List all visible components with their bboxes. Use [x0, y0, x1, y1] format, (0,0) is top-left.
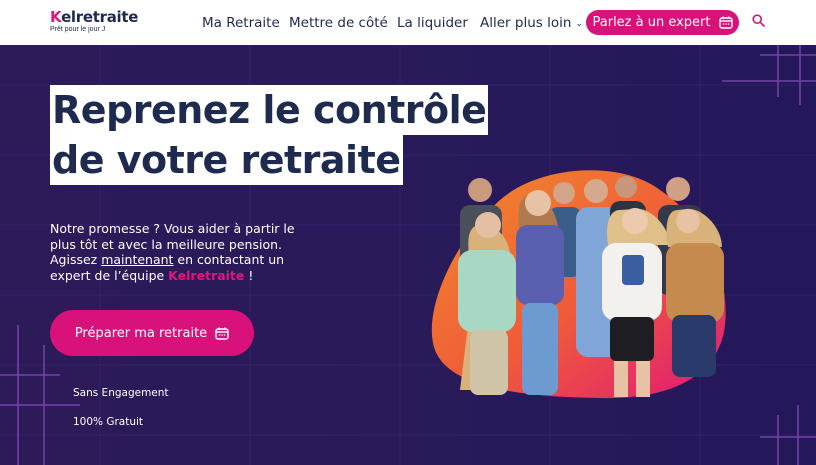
logo-wordmark: Kelretraite	[50, 8, 139, 26]
talk-to-expert-button[interactable]: Parlez à un expert	[586, 10, 739, 35]
nav-item-aller-plus-loin[interactable]: Aller plus loin ⌄	[480, 15, 583, 32]
calendar-icon	[718, 16, 733, 29]
calendar-icon	[215, 327, 229, 340]
hero-promise-text: Notre promesse ? Vous aider à partir le …	[50, 221, 320, 283]
feature-free: 100% Gratuit	[73, 416, 144, 428]
talk-to-expert-label: Parlez à un expert	[592, 15, 711, 30]
nav-item-mettre-de-cote[interactable]: Mettre de côté	[289, 15, 388, 31]
search-icon[interactable]	[752, 14, 765, 27]
hero-title-line-2: de votre retraite	[50, 135, 403, 185]
promise-text-end: !	[244, 267, 254, 283]
promise-emphasis: maintenant	[101, 252, 174, 267]
team-photo	[431, 170, 726, 399]
site-header: Kelretraite Prêt pour le jour J Ma Retra…	[0, 0, 816, 45]
nav-item-la-liquider[interactable]: La liquider	[397, 15, 468, 31]
feature-no-commitment: Sans Engagement	[73, 387, 169, 399]
nav-item-ma-retraite[interactable]: Ma Retraite	[202, 15, 280, 31]
prepare-retirement-button[interactable]: Préparer ma retraite	[50, 310, 254, 356]
chevron-down-icon: ⌄	[575, 19, 583, 29]
logo-tagline: Prêt pour le jour J	[50, 26, 106, 33]
hero-section: Reprenez le contrôle de votre retraite N…	[0, 45, 816, 465]
hero-title-line-1: Reprenez le contrôle	[50, 85, 489, 135]
promise-brand: Kelretraite	[168, 267, 245, 283]
logo[interactable]: Kelretraite Prêt pour le jour J	[50, 9, 138, 34]
prepare-retirement-label: Préparer ma retraite	[74, 325, 208, 341]
nav-item-label: Aller plus loin	[480, 15, 572, 31]
